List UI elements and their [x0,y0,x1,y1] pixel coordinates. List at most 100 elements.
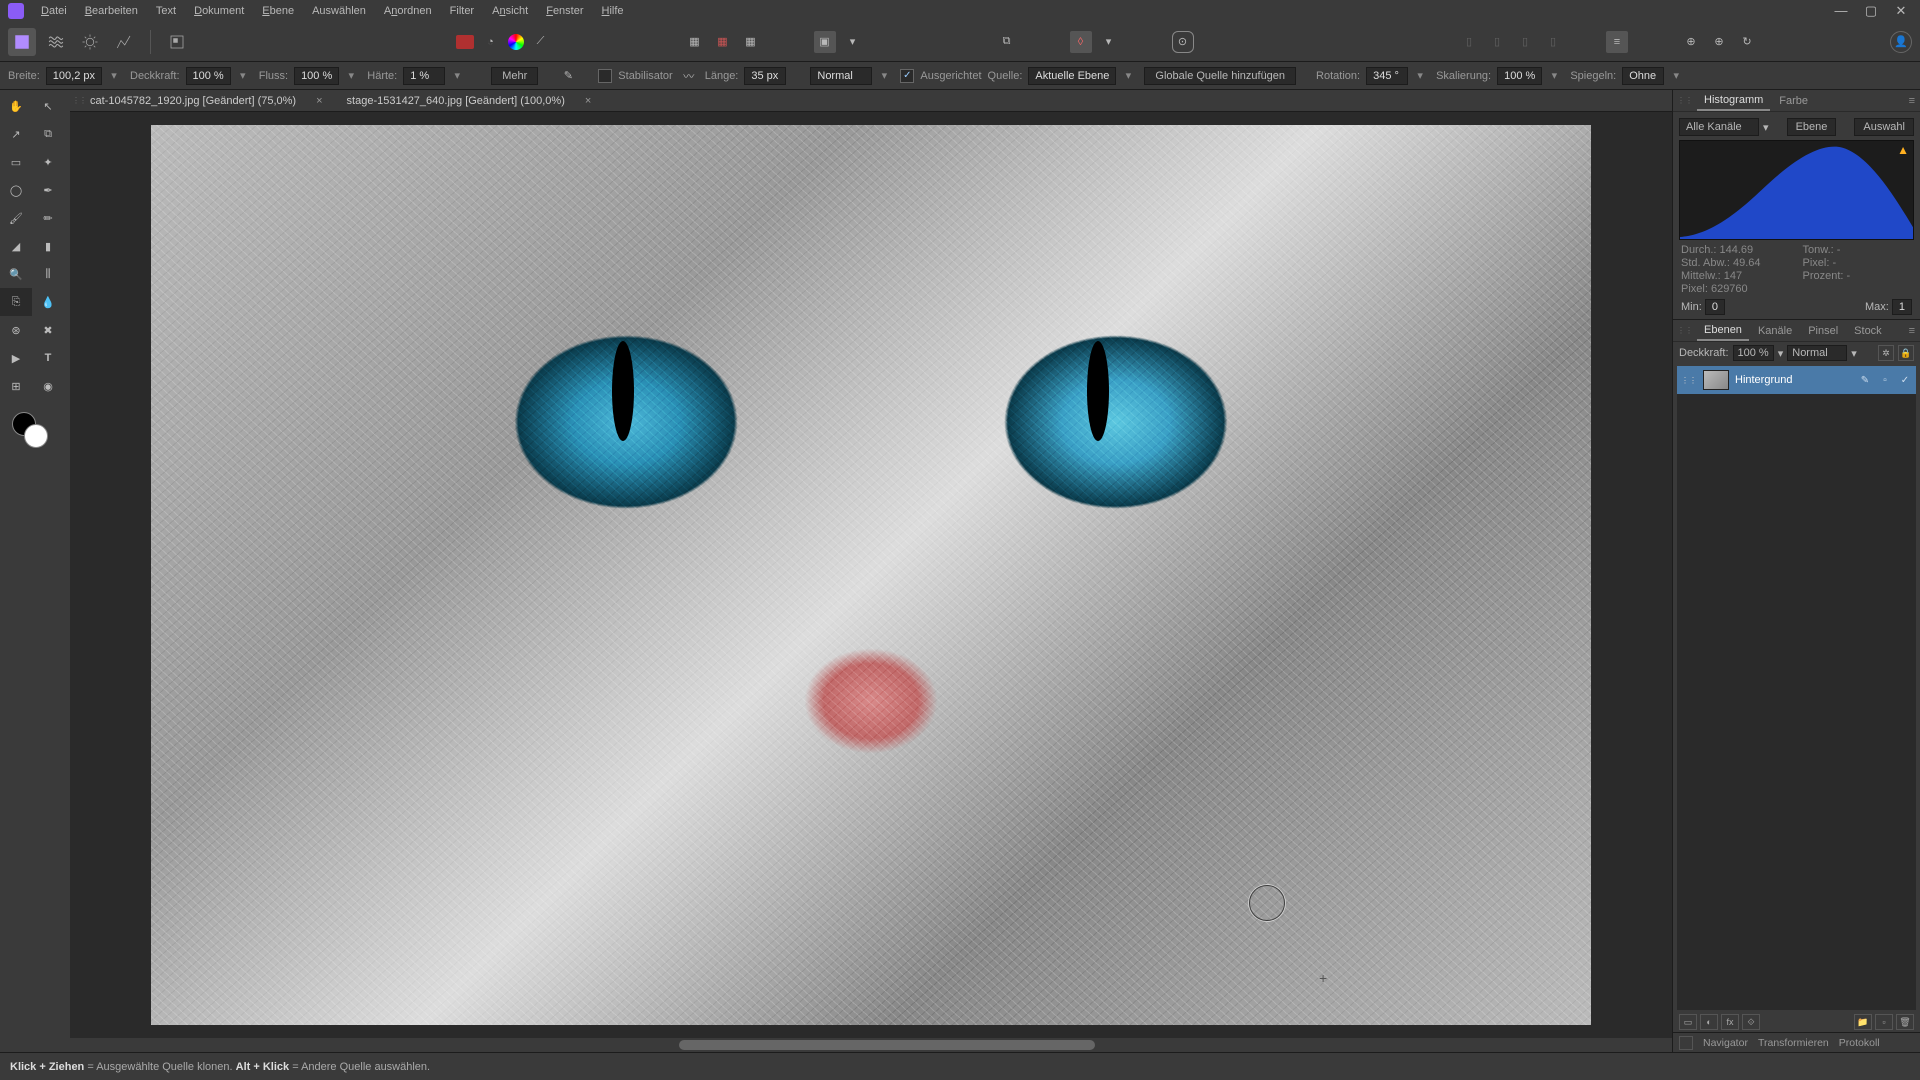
scale-input[interactable]: 100 % [1497,67,1542,85]
layer-blend-dd-icon[interactable]: ▾ [1851,347,1857,360]
fx-btn-icon[interactable]: fx [1721,1014,1739,1030]
layer-grip-icon[interactable]: ⋮⋮ [1681,376,1697,385]
tab-stock[interactable]: Stock [1847,322,1889,340]
add-global-source-button[interactable]: Globale Quelle hinzufügen [1144,67,1296,85]
tool-hand-icon[interactable]: ✋ [0,92,32,120]
tab-navigator[interactable]: Navigator [1703,1037,1748,1049]
flow-dd-icon[interactable]: ▾ [345,69,357,82]
persona-tone-icon[interactable] [110,28,138,56]
layer-visible-icon[interactable]: ✓ [1898,375,1912,386]
panel-menu-icon[interactable]: ≡ [1909,325,1916,337]
menu-text[interactable]: Text [147,2,185,20]
swatch-red-icon[interactable] [456,35,474,49]
tab-transformieren[interactable]: Transformieren [1758,1037,1829,1049]
crop-icon[interactable]: ⧉ [996,31,1018,53]
layer-link-icon[interactable]: ▫ [1878,375,1892,386]
rotation-input[interactable]: 345 ° [1366,67,1408,85]
menu-hilfe[interactable]: Hilfe [593,2,633,20]
tool-wand-icon[interactable]: ✦ [32,148,64,176]
mirror-select[interactable]: Ohne [1622,67,1664,85]
histogram-warning-icon[interactable]: ▲ [1897,143,1909,157]
deselect-icon[interactable]: ▦ [712,31,734,53]
tool-shape-icon[interactable]: ▶ [0,344,32,372]
stabilizer-checkbox[interactable] [598,69,612,83]
panel-menu-icon[interactable]: ≡ [1909,95,1916,107]
arrange-1-icon[interactable]: ▯ [1458,31,1480,53]
menu-ebene[interactable]: Ebene [253,2,303,20]
menu-anordnen[interactable]: Anordnen [375,2,441,20]
hardness-input[interactable]: 1 % [403,67,445,85]
window-minimize-icon[interactable]: — [1826,3,1856,19]
blend-mode-select[interactable]: Normal [810,67,872,85]
background-swatch-icon[interactable] [24,424,48,448]
stabilizer-mode-icon[interactable]: 〰 [679,66,699,86]
mask-btn-icon[interactable]: ▭ [1679,1014,1697,1030]
collapse-panel-icon[interactable] [1679,1036,1693,1050]
eyedropper-icon[interactable]: ⟋ [530,31,552,53]
menu-dokument[interactable]: Dokument [185,2,253,20]
width-dd-icon[interactable]: ▾ [108,69,120,82]
sync-doc-icon[interactable]: ↻ [1736,31,1758,53]
min-input[interactable]: 0 [1705,299,1725,315]
new-doc-icon[interactable]: ⊕ [1680,31,1702,53]
max-input[interactable]: 1 [1892,299,1912,315]
layer-blend-select[interactable]: Normal [1787,345,1847,361]
document-tab-1[interactable]: cat-1045782_1920.jpg [Geändert] (75,0%)× [78,90,335,112]
tool-text-icon[interactable]: T [32,344,64,372]
align-icon[interactable]: ≡ [1606,31,1628,53]
canvas[interactable]: + [70,112,1672,1038]
persona-export-icon[interactable] [163,28,191,56]
add-layer-btn-icon[interactable]: ▫ [1875,1014,1893,1030]
pressure-icon[interactable]: ✎ [558,66,578,86]
tool-clone-icon[interactable]: ⎘ [0,288,32,316]
tool-gradient-icon[interactable]: ▮ [32,232,64,260]
layer-item[interactable]: ⋮⋮ Hintergrund ✎ ▫ ✓ [1677,366,1916,394]
channel-select[interactable]: Alle Kanäle [1679,118,1759,136]
channel-dd-icon[interactable]: ▾ [1763,121,1769,134]
scroll-thumb[interactable] [679,1040,1096,1050]
layer-opacity-input[interactable]: 100 % [1733,345,1774,361]
tool-marquee-icon[interactable]: ▭ [0,148,32,176]
panel-grip-icon[interactable]: ⋮⋮ [1677,96,1693,105]
tool-patch-icon[interactable]: ✖ [32,316,64,344]
delete-layer-btn-icon[interactable]: 🗑 [1896,1014,1914,1030]
width-input[interactable]: 100,2 px [46,67,102,85]
tab-close-icon[interactable]: × [585,95,591,107]
tool-pencil-icon[interactable]: ✏ [32,204,64,232]
histogram-auswahl-button[interactable]: Auswahl [1854,118,1914,136]
tool-lasso-icon[interactable]: ◯ [0,176,32,204]
menu-filter[interactable]: Filter [441,2,483,20]
menu-ansicht[interactable]: Ansicht [483,2,537,20]
rotation-dd-icon[interactable]: ▾ [1414,69,1426,82]
tool-brush-icon[interactable]: 🖌 [0,204,32,232]
flow-input[interactable]: 100 % [294,67,339,85]
document-tab-2[interactable]: stage-1531427_640.jpg [Geändert] (100,0%… [335,90,604,112]
quick-mask-chevron-icon[interactable]: ▾ [842,31,864,53]
layer-edit-icon[interactable]: ✎ [1858,375,1872,386]
tab-farbe[interactable]: Farbe [1772,92,1815,110]
select-all-icon[interactable]: ▦ [684,31,706,53]
tool-pen-icon[interactable]: ✒ [32,176,64,204]
panel-grip-icon[interactable]: ⋮⋮ [1677,326,1693,335]
adjust-btn-icon[interactable]: ◐ [1700,1014,1718,1030]
tab-close-icon[interactable]: × [316,95,322,107]
horizontal-scrollbar[interactable] [70,1038,1672,1052]
color-wheel-icon[interactable] [508,34,524,50]
source-select[interactable]: Aktuelle Ebene [1028,67,1116,85]
opacity-input[interactable]: 100 % [186,67,231,85]
menu-datei[interactable]: Datei [32,2,76,20]
length-input[interactable]: 35 px [744,67,786,85]
tool-move-icon[interactable]: ↖ [32,92,64,120]
snapping-chevron-icon[interactable]: ▾ [1098,31,1120,53]
window-close-icon[interactable]: ✕ [1886,3,1916,19]
tab-grip-icon[interactable]: ⋮⋮ [70,96,78,105]
dup-doc-icon[interactable]: ⊕ [1708,31,1730,53]
live-btn-icon[interactable]: ⟐ [1742,1014,1760,1030]
snapping-icon[interactable]: ◊ [1070,31,1092,53]
persona-develop-icon[interactable] [76,28,104,56]
arrange-4-icon[interactable]: ▯ [1542,31,1564,53]
menu-auswaehlen[interactable]: Auswählen [303,2,375,20]
arrange-3-icon[interactable]: ▯ [1514,31,1536,53]
tab-histogram[interactable]: Histogramm [1697,91,1770,111]
persona-liquify-icon[interactable] [42,28,70,56]
